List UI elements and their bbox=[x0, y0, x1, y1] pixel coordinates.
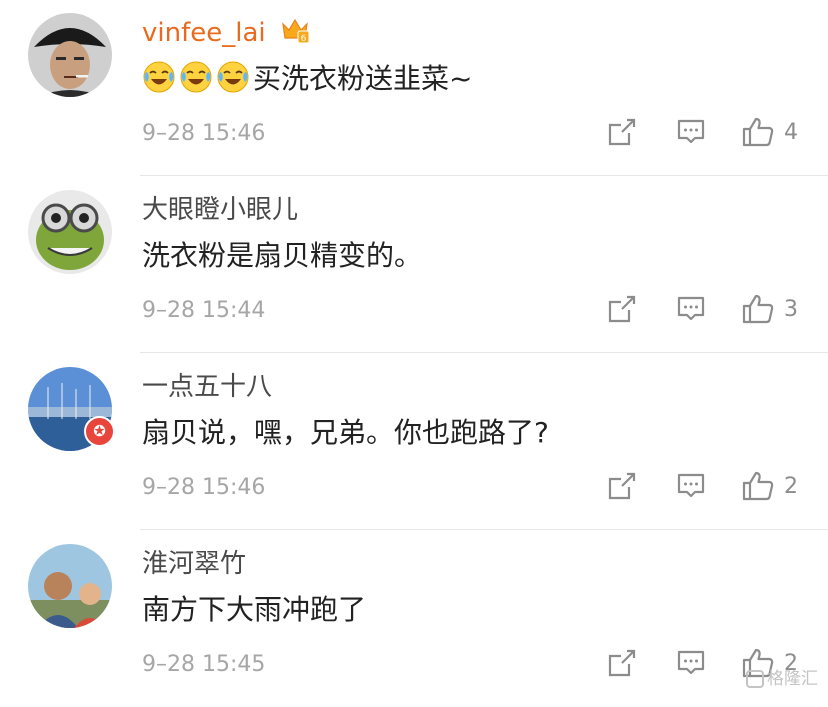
share-icon[interactable] bbox=[607, 471, 637, 501]
timestamp: 9–28 15:46 bbox=[142, 121, 266, 146]
divider bbox=[140, 352, 828, 353]
thumbs-up-icon[interactable] bbox=[741, 293, 775, 325]
timestamp: 9–28 15:45 bbox=[142, 652, 266, 677]
comment-body: 扇贝说，嘿，兄弟。你也跑路了? bbox=[142, 416, 549, 449]
comment-item: vinfee_lai 6 买洗衣粉送韭菜~ 9–28 15:46 4 bbox=[0, 0, 828, 176]
share-icon[interactable] bbox=[607, 648, 637, 678]
watermark: 格隆汇 bbox=[746, 664, 818, 689]
comment-item: ✪ 一点五十八 扇贝说，嘿，兄弟。你也跑路了? 9–28 15:46 2 bbox=[0, 354, 828, 530]
timestamp: 9–28 15:46 bbox=[142, 475, 266, 500]
comment-text: 扇贝说，嘿，兄弟。你也跑路了? bbox=[142, 414, 549, 452]
laughing-crying-emoji-icon bbox=[216, 60, 250, 94]
username[interactable]: 淮河翠竹 bbox=[142, 547, 246, 581]
comment-icon[interactable] bbox=[676, 117, 706, 147]
like-count: 2 bbox=[784, 474, 798, 499]
comment-item: 大眼瞪小眼儿 洗衣粉是扇贝精变的。 9–28 15:44 3 bbox=[0, 177, 828, 353]
thumbs-up-icon[interactable] bbox=[741, 470, 775, 502]
comment-body: 洗衣粉是扇贝精变的。 bbox=[142, 239, 423, 272]
comment-text: 南方下大雨冲跑了 bbox=[142, 591, 366, 629]
comment-icon[interactable] bbox=[676, 471, 706, 501]
watermark-text: 格隆汇 bbox=[767, 669, 818, 689]
avatar[interactable] bbox=[28, 544, 112, 628]
verified-badge-icon: ✪ bbox=[84, 416, 115, 447]
username[interactable]: 一点五十八 bbox=[142, 370, 272, 404]
username[interactable]: vinfee_lai 6 bbox=[142, 16, 310, 50]
comment-icon[interactable] bbox=[676, 648, 706, 678]
comment-icon[interactable] bbox=[676, 294, 706, 324]
username[interactable]: 大眼瞪小眼儿 bbox=[142, 193, 298, 227]
avatar[interactable] bbox=[28, 13, 112, 97]
divider bbox=[140, 529, 828, 530]
thumbs-up-icon[interactable] bbox=[741, 116, 775, 148]
like-count: 3 bbox=[784, 297, 798, 322]
comment-body: 南方下大雨冲跑了 bbox=[142, 593, 367, 626]
laughing-crying-emoji-icon bbox=[179, 60, 213, 94]
timestamp: 9–28 15:44 bbox=[142, 298, 266, 323]
comment-text: 买洗衣粉送韭菜~ bbox=[142, 60, 472, 98]
comment-text: 洗衣粉是扇贝精变的。 bbox=[142, 237, 422, 275]
avatar[interactable] bbox=[28, 190, 112, 274]
comment-item: 淮河翠竹 南方下大雨冲跑了 9–28 15:45 2 bbox=[0, 531, 828, 707]
username-text[interactable]: vinfee_lai bbox=[142, 18, 266, 48]
share-icon[interactable] bbox=[607, 294, 637, 324]
divider bbox=[140, 175, 828, 176]
vip-crown-icon: 6 bbox=[282, 18, 310, 44]
watermark-logo-icon bbox=[746, 670, 764, 688]
like-count: 4 bbox=[784, 120, 798, 145]
svg-text:6: 6 bbox=[301, 34, 307, 44]
comment-body: 买洗衣粉送韭菜~ bbox=[253, 62, 473, 95]
share-icon[interactable] bbox=[607, 117, 637, 147]
laughing-crying-emoji-icon bbox=[142, 60, 176, 94]
